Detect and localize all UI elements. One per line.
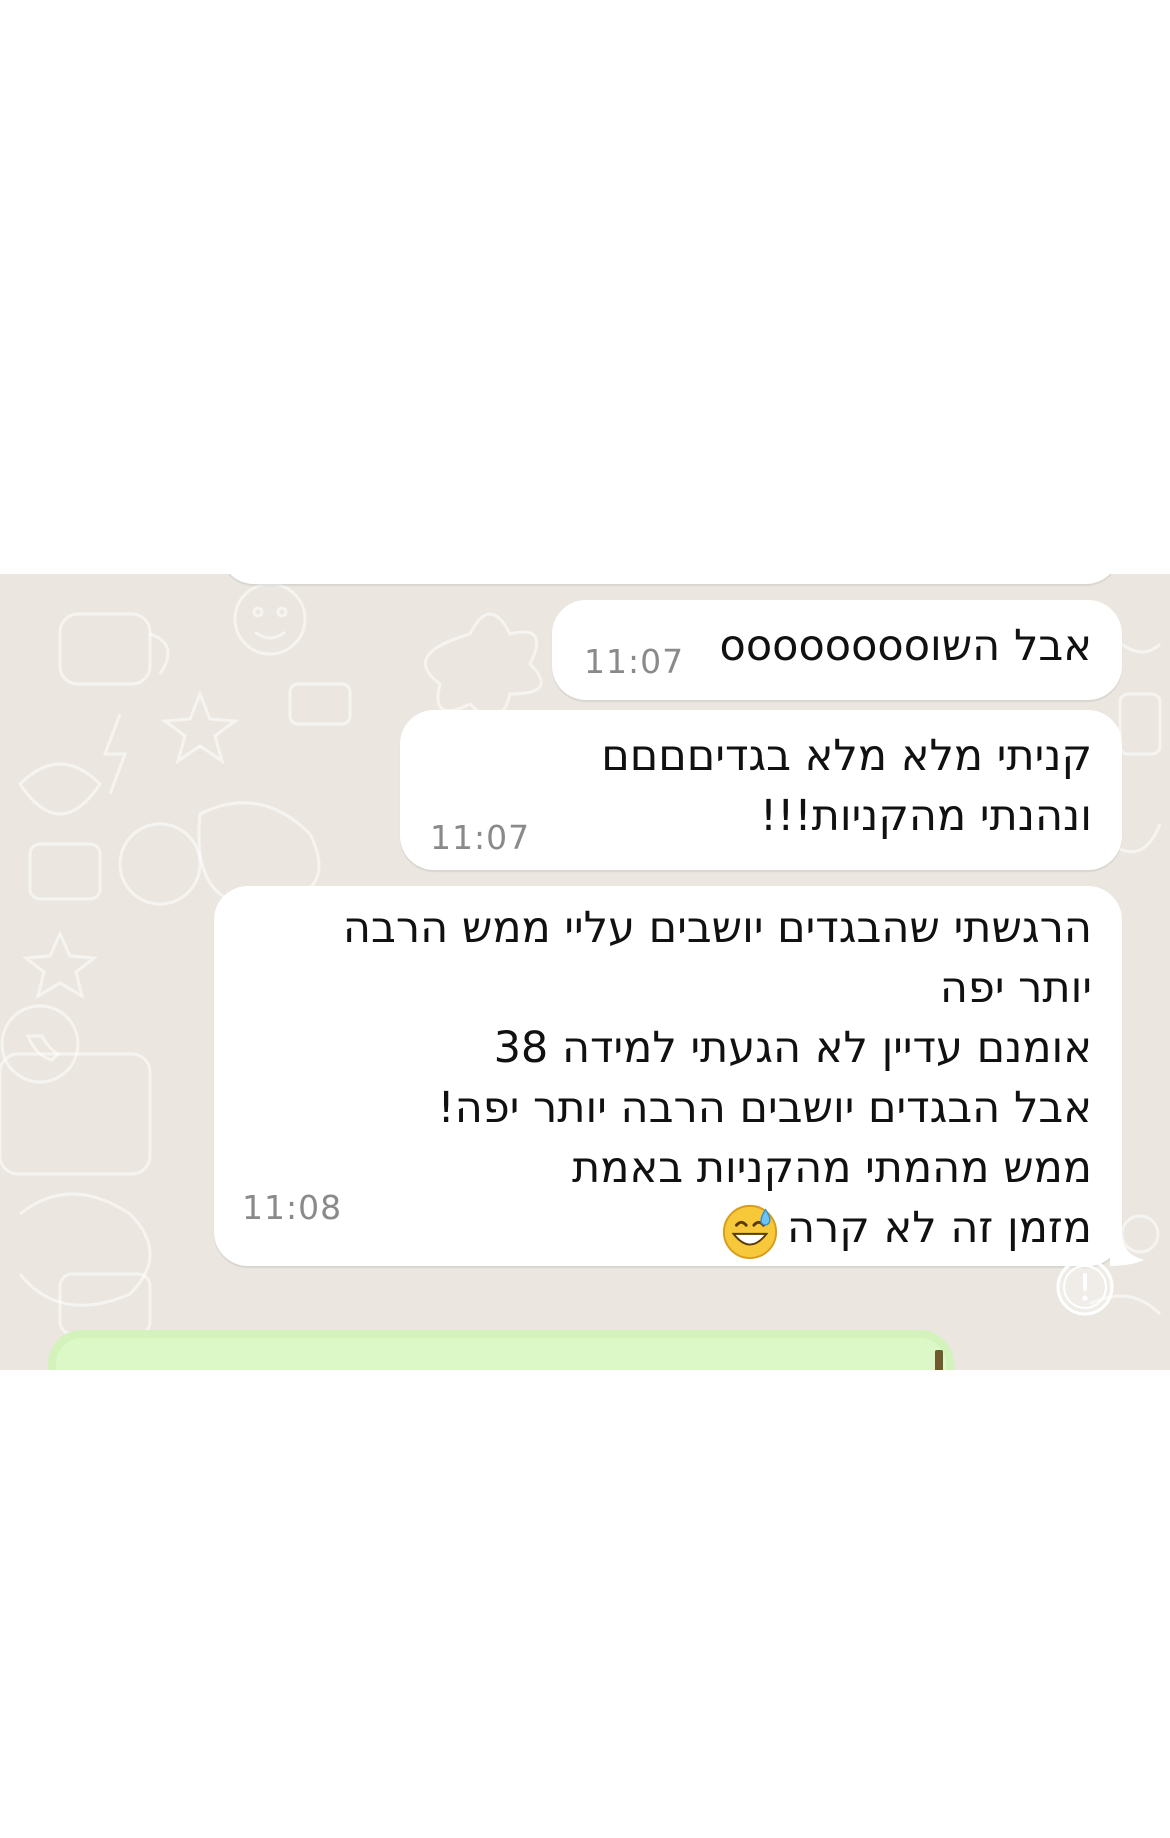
message-timestamp: 11:08 bbox=[242, 1188, 343, 1227]
message-bubble[interactable]: הרגשתי שהבגדים יושבים עליי ממש הרבה יותר… bbox=[214, 886, 1122, 1266]
message-line: יותר יפה bbox=[939, 963, 1092, 1013]
previous-message-bubble bbox=[220, 574, 1120, 584]
bubble-tail bbox=[1110, 1234, 1144, 1266]
message-timestamp: 11:07 bbox=[430, 818, 531, 857]
message-line: אבל השוoooooooo bbox=[719, 621, 1092, 671]
message-timestamp: 11:07 bbox=[584, 642, 685, 681]
message-line: אומנם עדיין לא הגעתי למידה 38 bbox=[493, 1023, 1092, 1073]
page: אבל השוoooooooo 11:07 קניתי מלא מלא בגדי… bbox=[0, 0, 1170, 1838]
message-line: ממש מהמתי מהקניות באמת bbox=[572, 1143, 1092, 1193]
message-line: ונהנתי מהקניות!!! bbox=[759, 791, 1092, 841]
message-text: הרגשתי שהבגדים יושבים עליי ממש הרבה יותר… bbox=[343, 898, 1092, 1260]
grinning-face-with-sweat-icon bbox=[722, 1204, 778, 1259]
message-failed-icon[interactable] bbox=[1055, 1257, 1115, 1317]
message-text: אבל השוoooooooo bbox=[720, 616, 1092, 676]
message-line: אבל הבגדים יושבים הרבה יותר יפה! bbox=[437, 1083, 1092, 1133]
outgoing-message-bubble[interactable] bbox=[48, 1330, 954, 1370]
message-line: מזמן זה לא קרה bbox=[786, 1203, 1092, 1253]
message-line-with-emoji: מזמן זה לא קרה bbox=[343, 1198, 1092, 1260]
message-line: קניתי מלא מלא בגדיםםםם bbox=[601, 731, 1092, 781]
message-bubble[interactable]: אבל השוoooooooo 11:07 bbox=[552, 600, 1122, 700]
message-bubble[interactable]: קניתי מלא מלא בגדיםםםם ונהנתי מהקניות!!!… bbox=[400, 710, 1122, 870]
outgoing-bubble-edge bbox=[935, 1350, 943, 1370]
message-text: קניתי מלא מלא בגדיםםםם ונהנתי מהקניות!!! bbox=[601, 726, 1092, 846]
message-line: הרגשתי שהבגדים יושבים עליי ממש הרבה bbox=[342, 903, 1092, 953]
chat-conversation-area[interactable]: אבל השוoooooooo 11:07 קניתי מלא מלא בגדי… bbox=[0, 574, 1170, 1370]
